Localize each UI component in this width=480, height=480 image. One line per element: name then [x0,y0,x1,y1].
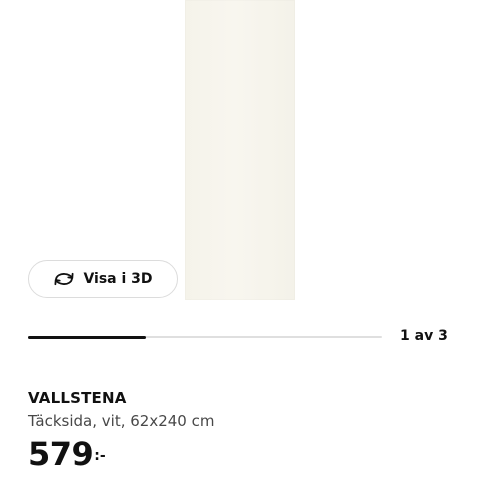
rotate-3d-icon [53,268,75,290]
product-page: Visa i 3D 1 av 3 VALLSTENA Täcksida, vit… [0,0,480,480]
product-description: Täcksida, vit, 62x240 cm [28,412,215,430]
price-value: 579 [28,435,94,473]
image-page-counter: 1 av 3 [400,328,448,344]
product-name[interactable]: VALLSTENA [28,389,127,407]
carousel-progress-track[interactable] [28,335,382,339]
view-3d-button[interactable]: Visa i 3D [28,260,178,298]
product-image[interactable] [185,0,295,300]
carousel-progress-indicator [28,335,146,339]
product-price: 579 :- [28,434,106,474]
price-suffix: :- [94,448,106,464]
view-3d-label: Visa i 3D [83,271,153,287]
